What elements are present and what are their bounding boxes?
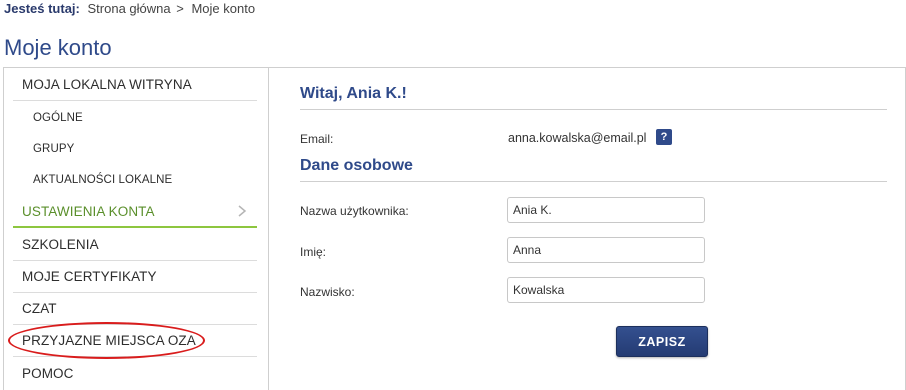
help-button[interactable]: ? — [656, 129, 672, 145]
sidebar-item-label: OGÓLNE — [33, 111, 83, 124]
sidebar-item-szkolenia[interactable]: SZKOLENIA — [13, 229, 257, 261]
divider — [300, 181, 887, 182]
last-name-label: Nazwisko: — [300, 285, 355, 299]
sidebar-item-ustawienia-konta[interactable]: USTAWIENIA KONTA — [13, 196, 257, 228]
account-panel: MOJA LOKALNA WITRYNA OGÓLNE GRUPY AKTUAL… — [3, 67, 906, 390]
sidebar-item-label: SZKOLENIA — [22, 237, 99, 252]
first-name-label: Imię: — [300, 245, 327, 259]
breadcrumb-label: Jesteś tutaj: — [4, 1, 80, 16]
last-name-input[interactable] — [507, 277, 705, 303]
divider — [300, 109, 887, 110]
save-button[interactable]: ZAPISZ — [616, 326, 708, 357]
sidebar-item-label: GRUPY — [33, 142, 75, 155]
greeting-title: Witaj, Ania K.! — [300, 85, 407, 102]
breadcrumb-current: Moje konto — [191, 1, 256, 16]
breadcrumb-home-link[interactable]: Strona główna — [88, 1, 171, 16]
sidebar-item-label: PRZYJAZNE MIEJSCA OZA — [22, 333, 196, 348]
sidebar-item-label: POMOC — [22, 365, 74, 381]
sidebar-item-pomoc[interactable]: POMOC — [13, 357, 257, 389]
first-name-input[interactable] — [507, 237, 705, 263]
username-input[interactable] — [507, 197, 705, 223]
sidebar-item-label: MOJA LOKALNA WITRYNA — [22, 77, 192, 92]
sidebar-item-grupy[interactable]: GRUPY — [13, 133, 257, 164]
sidebar-item-moje-certyfikaty[interactable]: MOJE CERTYFIKATY — [13, 261, 257, 293]
breadcrumb-separator: > — [176, 1, 184, 16]
sidebar-item-label: AKTUALNOŚCI LOKALNE — [33, 174, 173, 186]
breadcrumb: Jesteś tutaj: Strona główna > Moje konto — [4, 1, 255, 16]
sidebar-item-label: MOJE CERTYFIKATY — [22, 269, 157, 284]
sidebar-item-aktualnosci-lokalne[interactable]: AKTUALNOŚCI LOKALNE — [13, 164, 257, 196]
sidebar-item-przyjazne-miejsca-oza[interactable]: PRZYJAZNE MIEJSCA OZA — [13, 325, 257, 357]
username-label: Nazwa użytkownika: — [300, 204, 409, 218]
chevron-right-icon — [238, 205, 247, 217]
sidebar-item-label: USTAWIENIA KONTA — [22, 203, 155, 219]
page-title: Moje konto — [4, 35, 112, 60]
email-value: anna.kowalska@email.pl — [508, 131, 647, 145]
sidebar-item-moja-lokalna-witryna[interactable]: MOJA LOKALNA WITRYNA — [13, 69, 257, 101]
personal-data-title: Dane osobowe — [300, 157, 413, 174]
email-label: Email: — [300, 132, 334, 146]
sidebar-item-ogolne[interactable]: OGÓLNE — [13, 102, 257, 133]
sidebar-item-label: CZAT — [22, 301, 57, 316]
sidebar: MOJA LOKALNA WITRYNA OGÓLNE GRUPY AKTUAL… — [4, 68, 269, 390]
sidebar-item-czat[interactable]: CZAT — [13, 293, 257, 325]
